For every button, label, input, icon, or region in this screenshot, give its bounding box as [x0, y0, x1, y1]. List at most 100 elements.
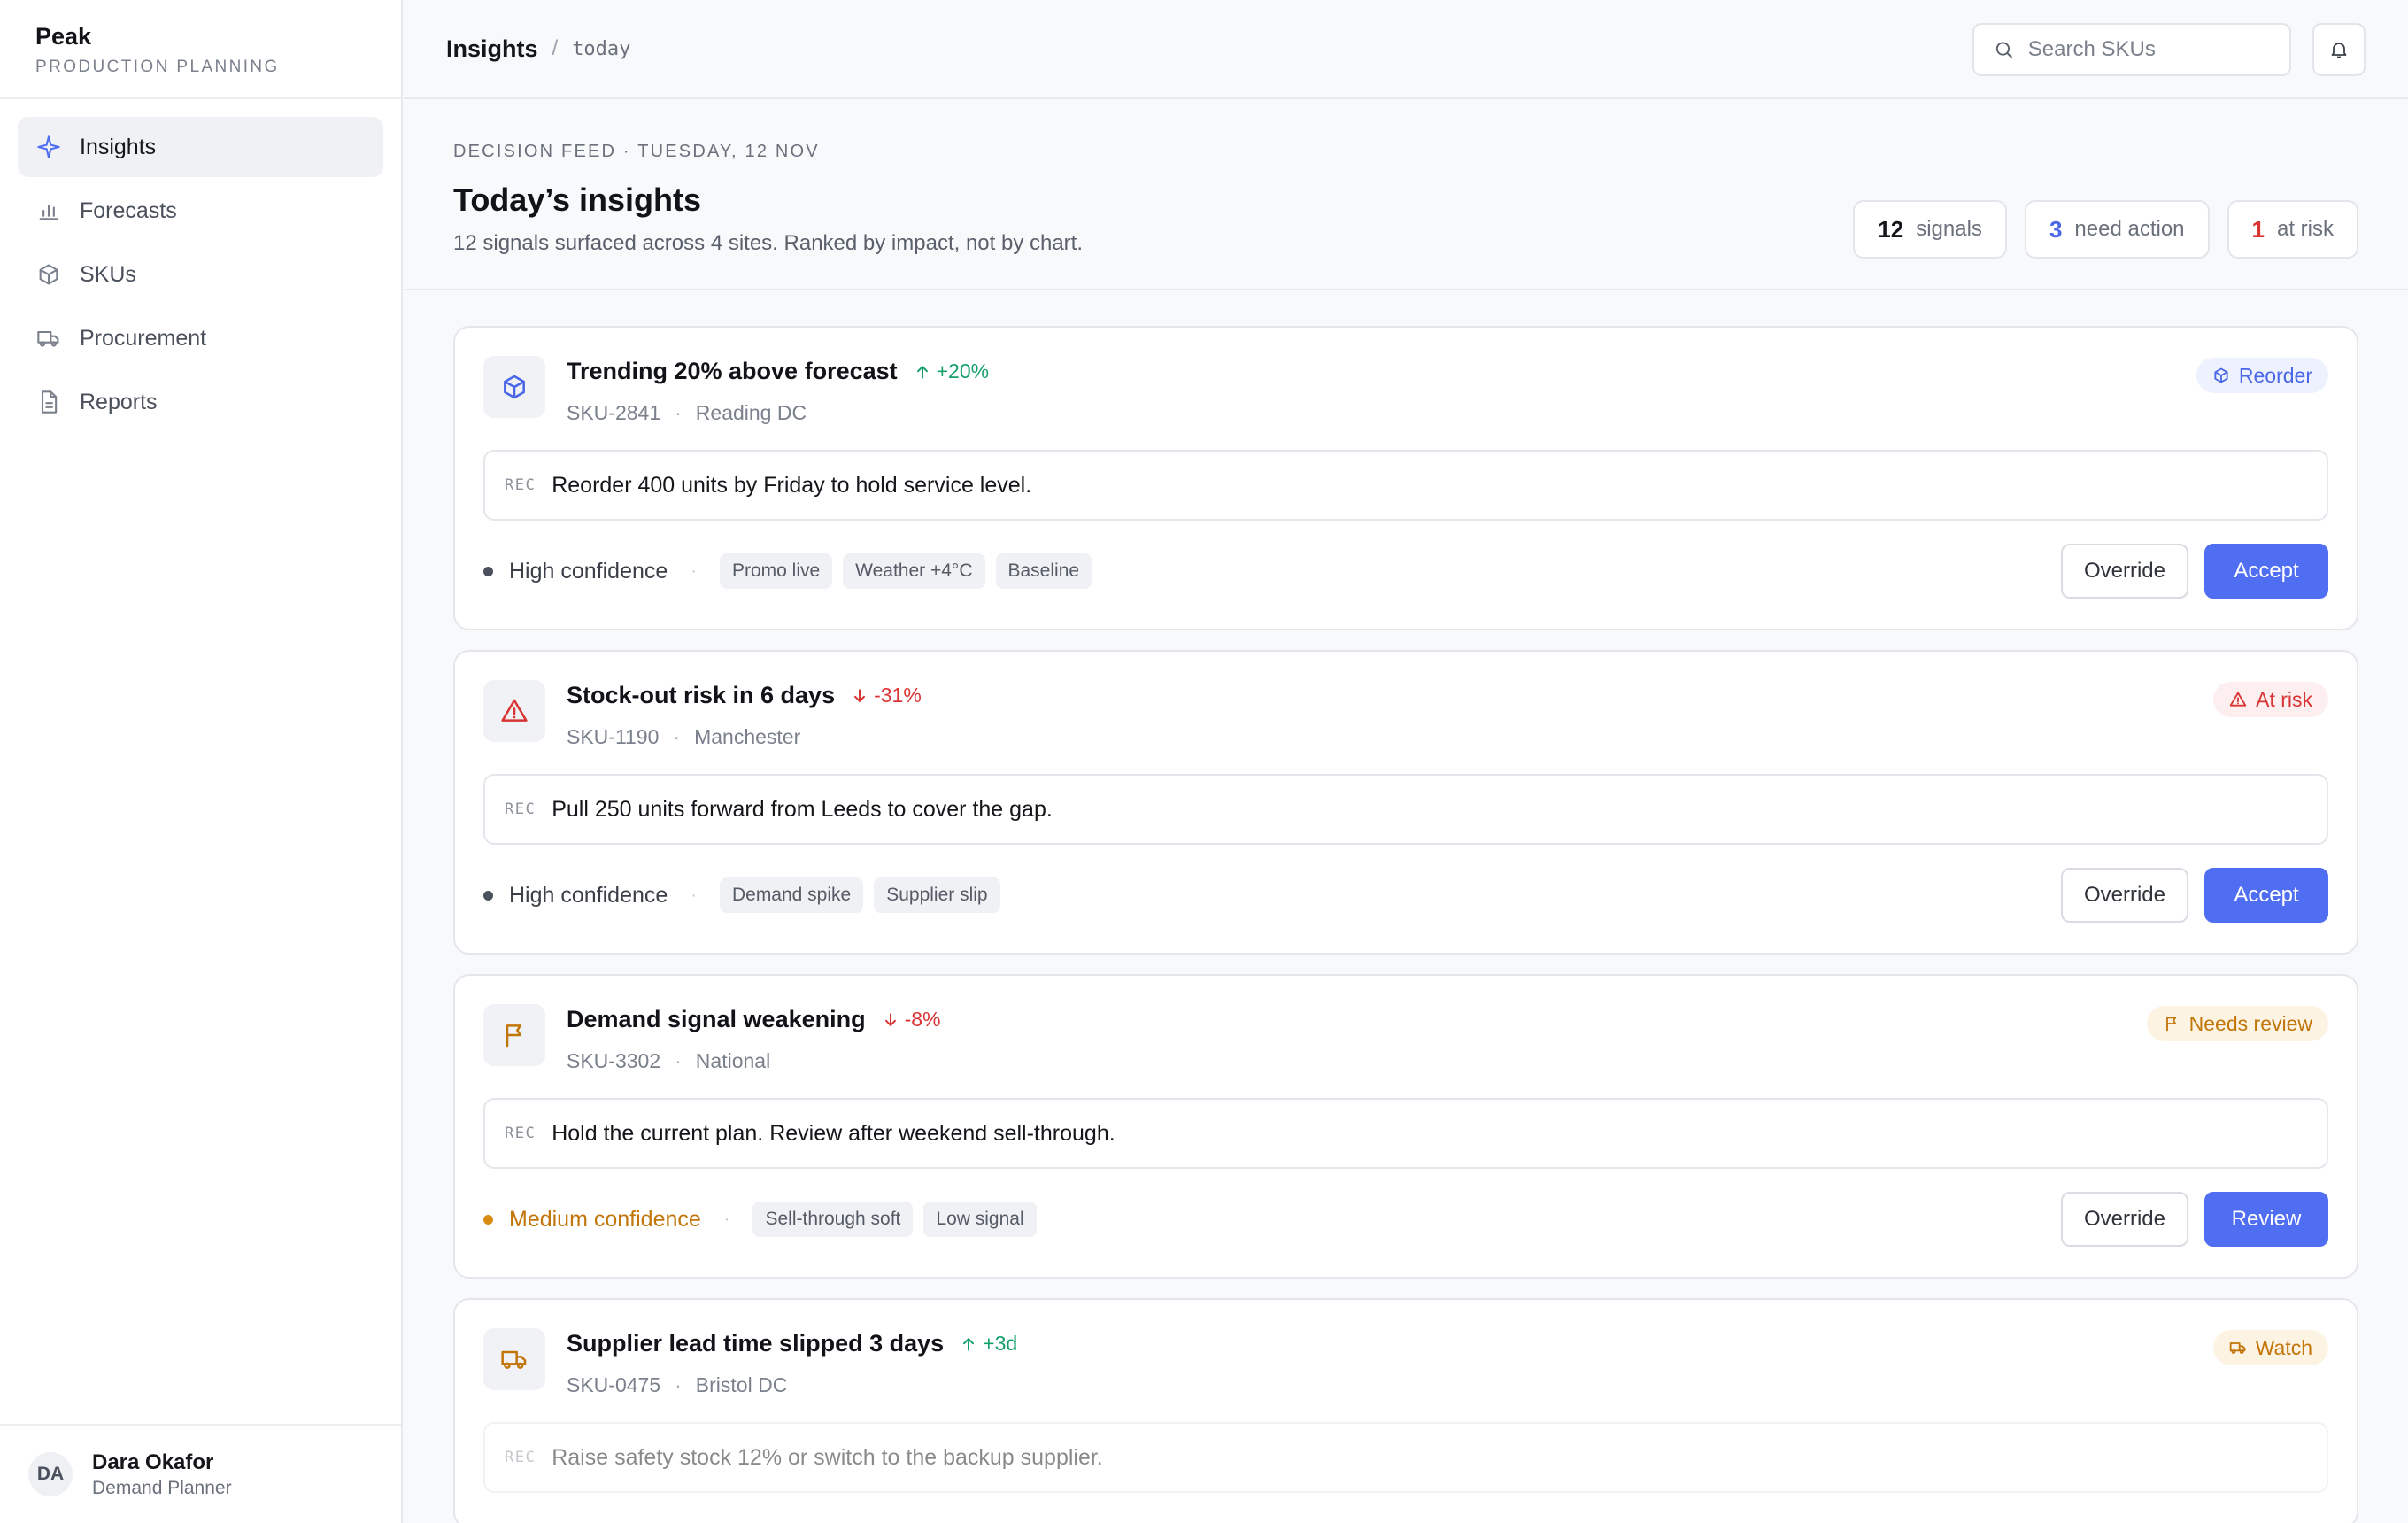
flag-icon	[483, 1004, 545, 1066]
review-button[interactable]: Review	[2204, 1192, 2328, 1247]
badge-label: Reorder	[2238, 363, 2312, 387]
recommendation: REC Raise safety stock 12% or switch to …	[483, 1422, 2328, 1493]
site-name: Bristol DC	[695, 1373, 788, 1396]
tag-chip: Low signal	[923, 1202, 1037, 1237]
tag-chip: Sell-through soft	[752, 1202, 914, 1237]
delta-indicator: +3d	[960, 1332, 1017, 1356]
sidebar-item-procurement[interactable]: Procurement	[18, 308, 383, 368]
stats-group: 12 signals 3 need action 1 at risk	[1853, 200, 2358, 259]
sku-code[interactable]: SKU-3302	[567, 1049, 660, 1072]
insight-title: Stock-out risk in 6 days	[567, 682, 836, 708]
insight-card: Trending 20% above forecast +20% SKU-284…	[453, 326, 2358, 630]
stat-signals[interactable]: 12 signals	[1853, 200, 2007, 259]
confidence-level: Medium confidence	[483, 1207, 701, 1233]
stat-label: at risk	[2276, 217, 2334, 241]
search-box[interactable]	[1972, 23, 2291, 76]
override-button[interactable]: Override	[2060, 1192, 2188, 1247]
sidebar-item-skus[interactable]: SKUs	[18, 244, 383, 305]
card-footer: High confidence · Demand spike Supplier …	[483, 868, 2328, 923]
site-name: Reading DC	[695, 401, 807, 424]
rec-text: Raise safety stock 12% or switch to the …	[552, 1444, 1103, 1470]
accept-button[interactable]: Accept	[2204, 868, 2328, 923]
stat-need-action[interactable]: 3 need action	[2024, 200, 2210, 259]
rec-tag: REC	[505, 1125, 536, 1142]
status-badge: Needs review	[2146, 1006, 2328, 1041]
recommendation: REC Hold the current plan. Review after …	[483, 1098, 2328, 1169]
search-icon	[1995, 42, 2012, 58]
delta-indicator: +20%	[914, 359, 989, 383]
insight-card: Demand signal weakening -8% SKU-3302 · Nat…	[453, 974, 2358, 1279]
override-button[interactable]: Override	[2060, 544, 2188, 599]
box-icon	[483, 356, 545, 418]
status-badge: Watch	[2212, 1330, 2328, 1365]
arrow-down-icon	[854, 688, 866, 702]
arrow-up-icon	[916, 365, 928, 379]
warning-icon	[2229, 692, 2247, 707]
truck-icon	[483, 1328, 545, 1390]
override-button[interactable]: Override	[2060, 868, 2188, 923]
truck-icon	[35, 325, 62, 352]
card-footer: High confidence · Promo live Weather +4°…	[483, 544, 2328, 599]
user-role: Demand Planner	[92, 1477, 232, 1498]
notifications-button[interactable]	[2312, 23, 2366, 76]
search-input[interactable]	[2027, 37, 2270, 62]
rec-text: Hold the current plan. Review after week…	[552, 1120, 1115, 1146]
user-name: Dara Okafor	[92, 1450, 214, 1474]
sku-code[interactable]: SKU-0475	[567, 1373, 660, 1396]
accept-button[interactable]: Accept	[2204, 544, 2328, 599]
truck-icon	[2229, 1342, 2246, 1354]
recommendation: REC Reorder 400 units by Friday to hold …	[483, 450, 2328, 521]
brand-subtitle: PRODUCTION PLANNING	[35, 58, 280, 76]
separator: ·	[691, 560, 697, 581]
insight-card: Supplier lead time slipped 3 days +3d SK…	[453, 1298, 2358, 1523]
sku-code[interactable]: SKU-1190	[567, 725, 659, 748]
sidebar-item-label: Procurement	[80, 325, 207, 351]
breadcrumb-title[interactable]: Insights	[446, 35, 538, 63]
separator: ·	[723, 1209, 730, 1229]
stat-label: need action	[2074, 217, 2185, 241]
rec-text: Pull 250 units forward from Leeds to cov…	[552, 796, 1053, 822]
rec-tag: REC	[505, 800, 536, 818]
status-badge: Reorder	[2196, 358, 2328, 393]
badge-label: At risk	[2256, 687, 2312, 711]
confidence-dot	[483, 566, 493, 576]
sidebar-item-label: Insights	[80, 134, 157, 159]
sidebar-item-label: Reports	[80, 389, 158, 414]
sidebar-item-label: Forecasts	[80, 197, 177, 223]
card-footer: Medium confidence · Sell-through soft Lo…	[483, 1192, 2328, 1247]
stat-value: 1	[2251, 215, 2265, 243]
stat-at-risk[interactable]: 1 at risk	[2227, 200, 2358, 259]
page-header: DECISION FEED · TUESDAY, 12 NOV Today’s …	[404, 101, 2408, 290]
arrow-down-icon	[884, 1012, 896, 1026]
insight-meta: SKU-2841 · Reading DC	[567, 401, 807, 424]
delta-indicator: -8%	[882, 1008, 941, 1032]
flag-icon	[2165, 1017, 2176, 1032]
sidebar-item-insights[interactable]: Insights	[18, 117, 383, 177]
confidence-dot	[483, 1214, 493, 1225]
sku-code[interactable]: SKU-2841	[567, 401, 660, 424]
separator: ·	[691, 885, 697, 905]
insight-feed: Trending 20% above forecast +20% SKU-284…	[453, 326, 2358, 1523]
sidebar-item-forecasts[interactable]: Forecasts	[18, 181, 383, 241]
tag-chip: Baseline	[995, 553, 1092, 589]
sidebar-item-reports[interactable]: Reports	[18, 372, 383, 432]
insight-meta: SKU-3302 · National	[567, 1049, 771, 1072]
user-profile[interactable]: DA Dara Okafor Demand Planner	[0, 1424, 401, 1523]
breadcrumb-separator: /	[552, 36, 559, 60]
bell-icon	[2331, 43, 2347, 58]
brand-name: Peak	[35, 23, 92, 50]
insight-meta: SKU-0475 · Bristol DC	[567, 1373, 788, 1396]
site-name: Manchester	[694, 725, 801, 748]
page-eyebrow: DECISION FEED · TUESDAY, 12 NOV	[453, 142, 820, 161]
brand: Peak PRODUCTION PLANNING	[0, 0, 401, 99]
stat-value: 3	[2049, 215, 2063, 243]
delta-value: -8%	[904, 1008, 941, 1031]
breadcrumb-current: today	[572, 37, 631, 60]
status-badge: At risk	[2213, 682, 2328, 717]
tag-chip: Weather +4°C	[843, 553, 985, 589]
box-icon	[2214, 367, 2228, 383]
insight-title: Trending 20% above forecast	[567, 358, 898, 384]
warning-icon	[483, 680, 545, 742]
badge-label: Watch	[2255, 1335, 2312, 1359]
tag-chip: Promo live	[719, 553, 833, 589]
